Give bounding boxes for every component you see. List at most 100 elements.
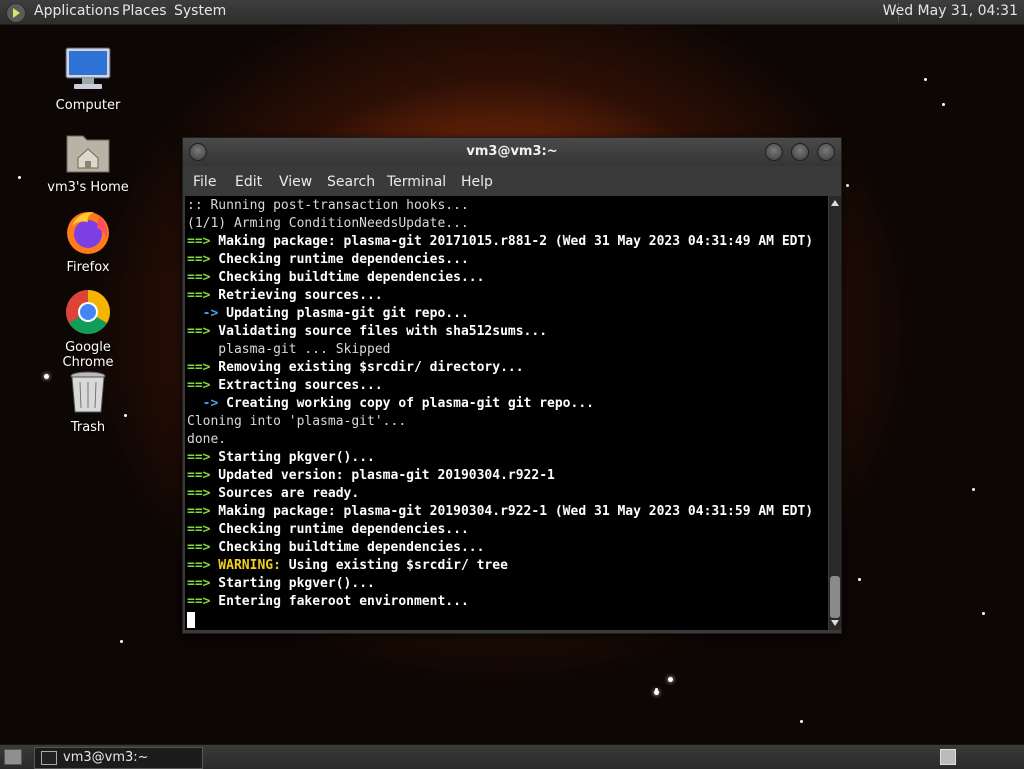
scroll-up-arrow-icon[interactable] xyxy=(831,200,839,206)
terminal-titlebar[interactable]: vm3@vm3:~ xyxy=(183,138,841,166)
terminal-line: -> Creating working copy of plasma-git g… xyxy=(187,395,594,413)
workspace-switcher[interactable] xyxy=(940,749,956,765)
line-prefix: -> xyxy=(187,396,219,411)
star xyxy=(668,677,673,682)
menu-view[interactable]: View xyxy=(279,174,312,190)
star xyxy=(924,78,927,81)
line-text: Updated version: plasma-git 20190304.r92… xyxy=(210,468,555,483)
terminal-line: ==> WARNING: Using existing $srcdir/ tre… xyxy=(187,557,508,575)
line-prefix: ==> xyxy=(187,558,211,573)
bottom-panel: vm3@vm3:~ xyxy=(0,744,1024,769)
warning-label: WARNING: xyxy=(210,558,281,573)
terminal-line: ==> Checking runtime dependencies... xyxy=(187,251,469,269)
show-desktop-icon[interactable] xyxy=(4,749,22,765)
line-prefix: ==> xyxy=(187,234,211,249)
menu-terminal[interactable]: Terminal xyxy=(387,174,446,190)
menu-search[interactable]: Search xyxy=(327,174,375,190)
desktop-icon-computer[interactable]: Computer xyxy=(38,46,138,113)
line-prefix: ==> xyxy=(187,540,211,555)
maximize-button[interactable] xyxy=(791,143,809,161)
firefox-icon xyxy=(64,208,112,256)
main-menu-logo-icon[interactable] xyxy=(6,3,26,23)
star xyxy=(858,578,861,581)
home-folder-icon xyxy=(64,128,112,176)
terminal-line: ==> Entering fakeroot environment... xyxy=(187,593,469,611)
terminal-line: ==> Making package: plasma-git 20190304.… xyxy=(187,503,813,521)
line-prefix: ==> xyxy=(187,594,211,609)
line-text: Removing existing $srcdir/ directory... xyxy=(210,360,524,375)
terminal-line: ==> Retrieving sources... xyxy=(187,287,383,305)
terminal-line: -> Updating plasma-git git repo... xyxy=(187,305,469,323)
desktop-icon-trash[interactable]: Trash xyxy=(38,368,138,435)
terminal-line: done. xyxy=(187,431,226,449)
desktop-icon-chrome[interactable]: Google Chrome xyxy=(38,288,138,370)
terminal-icon xyxy=(41,751,57,765)
line-text: Entering fakeroot environment... xyxy=(210,594,469,609)
menu-file[interactable]: File xyxy=(193,174,216,190)
trash-icon xyxy=(64,368,112,416)
line-text: Starting pkgver()... xyxy=(210,576,375,591)
line-prefix: ==> xyxy=(187,288,211,303)
terminal-line: ==> Sources are ready. xyxy=(187,485,359,503)
line-prefix: ==> xyxy=(187,576,211,591)
line-prefix: ==> xyxy=(187,360,211,375)
line-text: Making package: plasma-git 20171015.r881… xyxy=(210,234,814,249)
terminal-menubar: File Edit View Search Terminal Help xyxy=(183,168,841,196)
star xyxy=(982,612,985,615)
terminal-line: :: Running post-transaction hooks... xyxy=(187,197,469,215)
taskbar-item-label: vm3@vm3:~ xyxy=(63,750,149,765)
line-prefix: ==> xyxy=(187,504,211,519)
line-text: Making package: plasma-git 20190304.r922… xyxy=(210,504,814,519)
line-text: done. xyxy=(187,432,227,447)
star xyxy=(120,640,123,643)
terminal-line: ==> Removing existing $srcdir/ directory… xyxy=(187,359,524,377)
line-text: plasma-git ... Skipped xyxy=(187,342,391,357)
terminal-line: ==> Checking buildtime dependencies... xyxy=(187,539,484,557)
terminal-line: ==> Starting pkgver()... xyxy=(187,449,375,467)
menu-edit[interactable]: Edit xyxy=(235,174,262,190)
star xyxy=(800,720,803,723)
terminal-line: ==> Starting pkgver()... xyxy=(187,575,375,593)
scrollbar-thumb[interactable] xyxy=(830,576,840,618)
menu-system[interactable]: System xyxy=(174,3,226,19)
terminal-line: ==> Validating source files with sha512s… xyxy=(187,323,547,341)
terminal-line: Cloning into 'plasma-git'... xyxy=(187,413,406,431)
line-prefix: ==> xyxy=(187,270,211,285)
line-text: Using existing $srcdir/ tree xyxy=(280,558,508,573)
terminal-scrollbar[interactable] xyxy=(829,196,841,630)
close-button[interactable] xyxy=(817,143,835,161)
line-text: Retrieving sources... xyxy=(210,288,383,303)
line-text: Checking buildtime dependencies... xyxy=(210,270,485,285)
line-text: Sources are ready. xyxy=(210,486,360,501)
line-prefix: ==> xyxy=(187,252,211,267)
terminal-line: ==> Extracting sources... xyxy=(187,377,383,395)
desktop-icon-label: Google Chrome xyxy=(62,340,114,370)
desktop-icon-label: vm3's Home xyxy=(47,180,129,195)
menu-applications[interactable]: Applications xyxy=(34,3,120,19)
line-text: (1/1) Arming ConditionNeedsUpdate... xyxy=(187,216,469,231)
minimize-button[interactable] xyxy=(765,143,783,161)
scroll-down-arrow-icon[interactable] xyxy=(831,620,839,626)
star xyxy=(654,690,659,695)
line-text: Validating source files with sha512sums.… xyxy=(210,324,548,339)
menu-places[interactable]: Places xyxy=(122,3,167,19)
line-text: Checking runtime dependencies... xyxy=(210,522,469,537)
line-prefix: -> xyxy=(187,306,219,321)
desktop-icon-home[interactable]: vm3's Home xyxy=(38,128,138,195)
terminal-line: ==> Making package: plasma-git 20171015.… xyxy=(187,233,813,251)
line-text: Updating plasma-git git repo... xyxy=(218,306,469,321)
desktop-icon-firefox[interactable]: Firefox xyxy=(38,208,138,275)
terminal-line: ==> Checking buildtime dependencies... xyxy=(187,269,484,287)
line-text: :: Running post-transaction hooks... xyxy=(187,198,469,213)
line-prefix: ==> xyxy=(187,324,211,339)
line-text: Extracting sources... xyxy=(210,378,383,393)
clock[interactable]: Wed May 31, 04:31 xyxy=(883,3,1018,19)
line-prefix: ==> xyxy=(187,468,211,483)
menu-help[interactable]: Help xyxy=(461,174,493,190)
terminal-window[interactable]: vm3@vm3:~ File Edit View Search Terminal… xyxy=(182,137,842,634)
desktop-icon-label: Trash xyxy=(70,420,106,435)
line-text: Checking buildtime dependencies... xyxy=(210,540,485,555)
taskbar-item-terminal[interactable]: vm3@vm3:~ xyxy=(34,747,203,769)
terminal-output[interactable]: :: Running post-transaction hooks...(1/1… xyxy=(185,196,828,630)
terminal-line: (1/1) Arming ConditionNeedsUpdate... xyxy=(187,215,469,233)
